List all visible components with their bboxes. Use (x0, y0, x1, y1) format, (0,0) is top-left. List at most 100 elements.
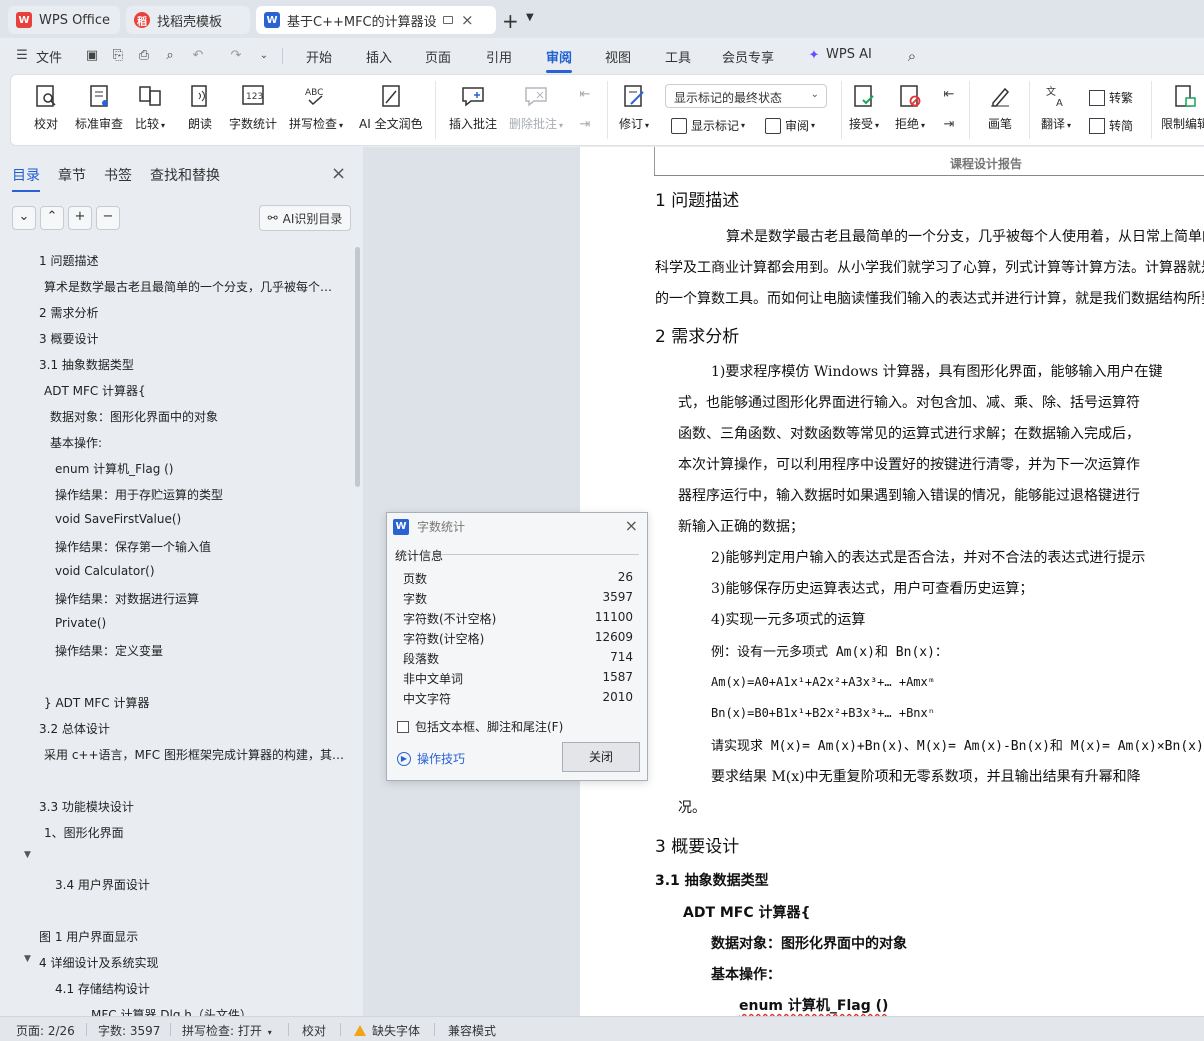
toc-item[interactable]: 2 需求分析 (39, 304, 98, 321)
chevron-down-icon[interactable]: ⌄ (256, 48, 272, 64)
read-aloud-button[interactable]: 朗读 (187, 83, 213, 132)
toc-item[interactable]: Private() (55, 616, 106, 630)
monitor-icon[interactable] (443, 16, 453, 24)
review-pane-button[interactable]: 审阅 ▾ (765, 117, 815, 134)
menu-file[interactable]: 文件 (36, 47, 62, 66)
menu-home[interactable]: 开始 (306, 47, 332, 66)
toc-item[interactable]: 操作结果：定义变量 (55, 642, 163, 659)
reject-button[interactable]: 拒绝 ▾ (895, 83, 925, 132)
status-spell-check[interactable]: 拼写检查: 打开 ▾ (182, 1022, 272, 1039)
ink-button[interactable]: 画笔 (987, 83, 1013, 132)
tab-document[interactable]: W 基于C++MFC的计算器设计 × (256, 6, 496, 34)
redo-icon[interactable]: ↷ (228, 48, 244, 64)
save-icon[interactable]: ▣ (84, 48, 100, 64)
status-word-count[interactable]: 字数: 3597 (98, 1022, 160, 1039)
toc-item[interactable]: 1 问题描述 (39, 252, 98, 269)
toc-item[interactable]: void SaveFirstValue() (55, 512, 181, 526)
word-count-button[interactable]: 123 字数统计 (229, 83, 277, 132)
tab-toc[interactable]: 目录 (12, 165, 40, 192)
toc-item[interactable]: enum 计算机_Flag () (55, 460, 173, 477)
toc-item[interactable]: 3.1 抽象数据类型 (39, 356, 134, 373)
collapse-all-button[interactable]: ⌃ (40, 206, 64, 230)
remove-heading-button[interactable]: − (96, 206, 120, 230)
translate-button[interactable]: 文A 翻译 ▾ (1041, 83, 1071, 132)
menu-insert[interactable]: 插入 (366, 47, 392, 66)
panel-scrollbar[interactable] (355, 247, 360, 487)
markup-state-select[interactable]: 显示标记的最终状态 ⌄ (665, 84, 827, 108)
toc-item[interactable]: MFC 计算器 Dlg.h（头文件） (91, 1006, 252, 1016)
tab-sections[interactable]: 章节 (58, 165, 86, 185)
print-icon[interactable]: ⎙ (136, 48, 152, 64)
expand-caret-icon[interactable]: ▼ (24, 954, 31, 964)
document-page[interactable]: 课程设计报告 1 问题描述 算术是数学最古老且最简单的一个分支，几乎被每个人使用… (580, 147, 1204, 1016)
include-textbox-checkbox[interactable]: 包括文本框、脚注和尾注(F) (397, 718, 563, 735)
next-change-icon[interactable]: ⇥ (941, 117, 957, 133)
toc-item[interactable]: 1、图形化界面 (44, 824, 124, 841)
next-comment-icon[interactable]: ⇥ (577, 117, 593, 133)
standard-review-button[interactable]: 标准审查 (75, 83, 123, 132)
menu-view[interactable]: 视图 (605, 47, 631, 66)
to-simplified-button[interactable]: 转简 (1089, 117, 1133, 134)
checkbox-box[interactable] (397, 720, 409, 733)
toc-item[interactable]: ADT MFC 计算器{ (44, 382, 146, 399)
insert-comment-button[interactable]: 插入批注 (449, 83, 497, 132)
ai-polish-button[interactable]: AI 全文润色 (359, 83, 423, 132)
tips-link[interactable]: ▶ 操作技巧 (397, 750, 465, 767)
tab-wps-office[interactable]: W WPS Office (8, 6, 120, 34)
hamburger-icon[interactable]: ☰ (14, 48, 30, 64)
toc-item[interactable]: 操作结果：用于存贮运算的类型 (55, 486, 223, 503)
toc-item[interactable]: 4 详细设计及系统实现 (39, 954, 158, 971)
tab-find-replace[interactable]: 查找和替换 (150, 165, 220, 185)
toc-item[interactable]: 3.2 总体设计 (39, 720, 110, 737)
search-icon[interactable]: ⌕ (904, 48, 920, 64)
menu-wps-ai[interactable]: WPS AI (826, 47, 872, 62)
proofread-button[interactable]: 校对 (33, 83, 59, 132)
menu-member[interactable]: 会员专享 (722, 47, 774, 66)
print-preview-icon[interactable]: ⌕ (162, 48, 178, 64)
toc-item[interactable]: 算术是数学最古老且最简单的一个分支，几乎被每个… (44, 278, 344, 295)
close-icon[interactable]: × (625, 516, 638, 535)
toc-item[interactable]: 3 概要设计 (39, 330, 98, 347)
accept-button[interactable]: 接受 ▾ (849, 83, 879, 132)
chevron-down-icon[interactable]: ▼ (526, 12, 534, 23)
close-icon[interactable]: × (461, 11, 474, 29)
export-icon[interactable]: ⎘ (110, 48, 126, 64)
toc-item[interactable]: } ADT MFC 计算器 (44, 694, 150, 711)
menu-tools[interactable]: 工具 (665, 47, 691, 66)
toc-item[interactable]: 3.4 用户界面设计 (55, 876, 150, 893)
to-traditional-button[interactable]: 转繁 (1089, 89, 1133, 106)
menu-references[interactable]: 引用 (486, 47, 512, 66)
toc-item[interactable]: void Calculator() (55, 564, 155, 578)
add-tab-icon[interactable]: + (502, 9, 519, 33)
compare-button[interactable]: 比较 ▾ (135, 83, 165, 132)
ai-toc-button[interactable]: ⚯ AI识别目录 (259, 205, 351, 231)
track-changes-button[interactable]: 修订 ▾ (619, 83, 649, 132)
toc-item[interactable]: 采用 c++语言，MFC 图形框架完成计算器的构建，其… (44, 746, 344, 763)
status-missing-font[interactable]: 缺失字体 (354, 1022, 420, 1039)
delete-comment-button[interactable]: 删除批注 ▾ (509, 83, 563, 132)
toc-item[interactable]: 3.3 功能模块设计 (39, 798, 134, 815)
menu-page[interactable]: 页面 (425, 47, 451, 66)
spell-check-button[interactable]: ABC 拼写检查 ▾ (289, 83, 343, 132)
tab-bookmarks[interactable]: 书签 (104, 165, 132, 185)
toc-item[interactable]: 4.1 存储结构设计 (55, 980, 150, 997)
previous-change-icon[interactable]: ⇤ (941, 87, 957, 103)
add-heading-button[interactable]: + (68, 206, 92, 230)
toc-item[interactable]: 图 1 用户界面显示 (39, 928, 138, 945)
toc-item[interactable]: 数据对象：图形化界面中的对象 (50, 408, 218, 425)
undo-icon[interactable]: ↶ (190, 48, 206, 64)
close-icon[interactable]: × (331, 163, 346, 184)
menu-review[interactable]: 审阅 (546, 47, 573, 73)
expand-all-button[interactable]: ⌄ (12, 206, 36, 230)
toc-item[interactable]: 操作结果：对数据进行运算 (55, 590, 199, 607)
close-button[interactable]: 关闭 (562, 742, 640, 772)
status-proofread[interactable]: 校对 (302, 1022, 326, 1039)
expand-caret-icon[interactable]: ▼ (24, 850, 31, 860)
previous-comment-icon[interactable]: ⇤ (577, 87, 593, 103)
tab-docer-templates[interactable]: 稻 找稻壳模板 (126, 6, 250, 34)
restrict-edit-button[interactable]: 限制编辑 (1161, 83, 1204, 132)
toc-item[interactable]: 操作结果：保存第一个输入值 (55, 538, 211, 555)
status-page[interactable]: 页面: 2/26 (16, 1022, 75, 1039)
toc-item[interactable]: 基本操作: (50, 434, 102, 451)
show-markup-button[interactable]: 显示标记 ▾ (671, 117, 745, 134)
